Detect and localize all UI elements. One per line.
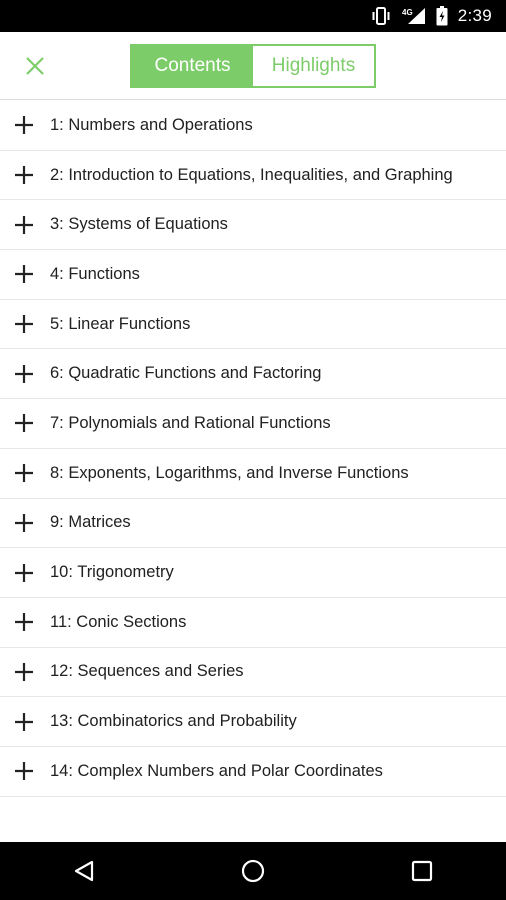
expand-plus-icon — [14, 165, 34, 185]
chapter-label: 10: Trigonometry — [50, 563, 174, 582]
signal-4g-icon: 4G — [402, 7, 426, 25]
home-button[interactable] — [223, 846, 283, 896]
app-header: Contents Highlights — [0, 32, 506, 100]
expand-plus-icon — [14, 364, 34, 384]
battery-icon — [436, 6, 448, 26]
chapter-item[interactable]: 12: Sequences and Series — [0, 648, 506, 698]
status-time: 2:39 — [457, 6, 492, 25]
expand-plus-icon — [14, 761, 34, 781]
chapter-label: 6: Quadratic Functions and Factoring — [50, 364, 322, 383]
chapter-label: 9: Matrices — [50, 513, 131, 532]
expand-plus-icon — [14, 264, 34, 284]
expand-plus-icon — [14, 215, 34, 235]
chapter-item[interactable]: 1: Numbers and Operations — [0, 101, 506, 151]
expand-plus-icon — [14, 463, 34, 483]
chapter-list: 1: Numbers and Operations 2: Introductio… — [0, 101, 506, 797]
expand-plus-icon — [14, 563, 34, 583]
back-button[interactable] — [54, 846, 114, 896]
chapter-label: 7: Polynomials and Rational Functions — [50, 413, 331, 432]
chapter-label: 5: Linear Functions — [50, 314, 191, 333]
expand-plus-icon — [14, 612, 34, 632]
svg-text:4G: 4G — [402, 8, 413, 17]
chapter-label: 4: Functions — [50, 264, 140, 283]
expand-plus-icon — [14, 314, 34, 334]
chapter-item[interactable]: 7: Polynomials and Rational Functions — [0, 399, 506, 449]
chapter-item[interactable]: 11: Conic Sections — [0, 598, 506, 648]
vibrate-icon — [370, 7, 392, 25]
expand-plus-icon — [14, 115, 34, 135]
tab-highlights[interactable]: Highlights — [253, 46, 374, 86]
home-icon — [241, 859, 265, 883]
chapter-label: 13: Combinatorics and Probability — [50, 712, 297, 731]
status-bar: 4G 2:39 — [0, 0, 506, 32]
recents-button[interactable] — [392, 846, 452, 896]
back-icon — [75, 860, 94, 882]
chapter-label: 11: Conic Sections — [50, 612, 187, 631]
tab-contents[interactable]: Contents — [132, 46, 253, 86]
recents-icon — [411, 860, 432, 882]
expand-plus-icon — [14, 413, 34, 433]
close-button[interactable] — [20, 51, 50, 81]
expand-plus-icon — [14, 712, 34, 732]
expand-plus-icon — [14, 662, 34, 682]
chapter-item[interactable]: 10: Trigonometry — [0, 548, 506, 598]
chapter-item[interactable]: 2: Introduction to Equations, Inequaliti… — [0, 151, 506, 201]
chapter-label: 3: Systems of Equations — [50, 215, 228, 234]
close-icon — [26, 57, 44, 75]
chapter-item[interactable]: 14: Complex Numbers and Polar Coordinate… — [0, 747, 506, 797]
expand-plus-icon — [14, 513, 34, 533]
chapter-label: 1: Numbers and Operations — [50, 115, 253, 134]
chapter-item[interactable]: 5: Linear Functions — [0, 300, 506, 350]
view-toggle: Contents Highlights — [130, 44, 376, 88]
chapter-label: 8: Exponents, Logarithms, and Inverse Fu… — [50, 463, 409, 482]
chapter-item[interactable]: 3: Systems of Equations — [0, 200, 506, 251]
chapter-item[interactable]: 4: Functions — [0, 250, 506, 300]
chapter-label: 14: Complex Numbers and Polar Coordinate… — [50, 761, 383, 780]
chapter-label: 2: Introduction to Equations, Inequaliti… — [50, 165, 453, 184]
chapter-item[interactable]: 9: Matrices — [0, 499, 506, 549]
chapter-item[interactable]: 6: Quadratic Functions and Factoring — [0, 349, 506, 400]
chapter-label: 12: Sequences and Series — [50, 662, 244, 681]
navigation-bar — [0, 842, 506, 900]
chapter-item[interactable]: 8: Exponents, Logarithms, and Inverse Fu… — [0, 449, 506, 499]
chapter-item[interactable]: 13: Combinatorics and Probability — [0, 697, 506, 747]
